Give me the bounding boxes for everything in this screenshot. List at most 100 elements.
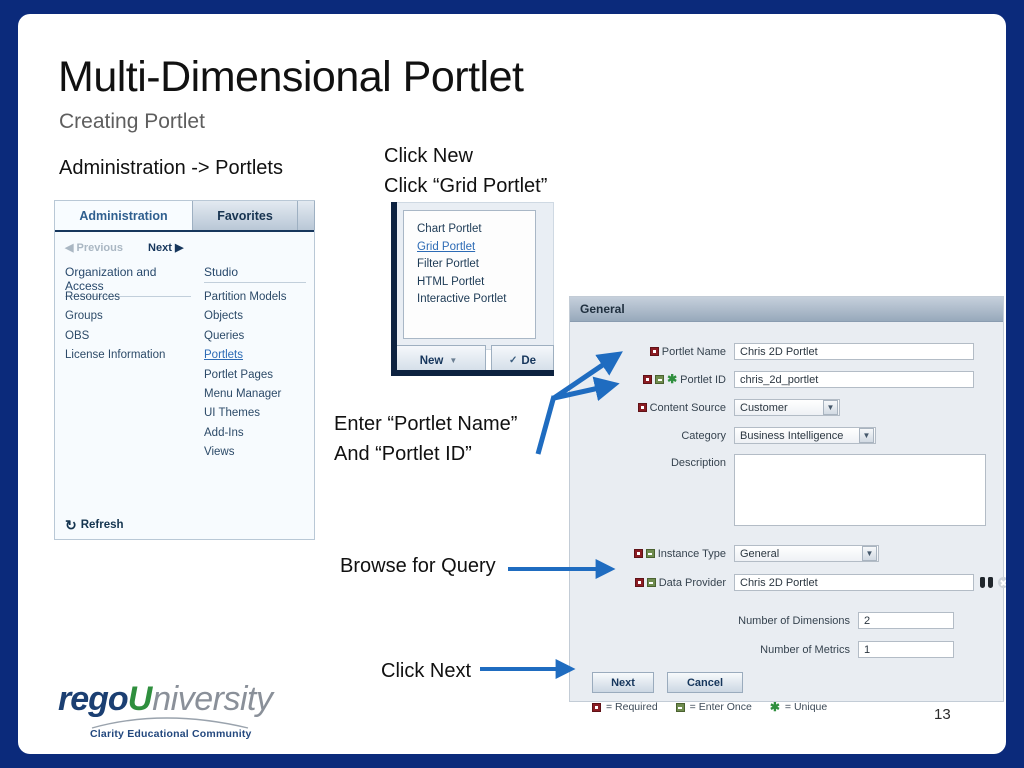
chevron-down-icon: ▼ (862, 546, 877, 561)
input-portlet-id[interactable]: chris_2d_portlet (734, 371, 974, 388)
label-instance-type-text: Instance Type (657, 547, 726, 560)
annotation-click-new: Click New Click “Grid Portlet” (384, 141, 547, 201)
required-icon (649, 347, 659, 356)
select-instance-type-value: General (740, 547, 780, 560)
new-button-label: New (419, 354, 444, 367)
admin-link-objects[interactable]: Objects (204, 307, 286, 326)
select-content-source-value: Customer (740, 401, 788, 414)
menu-item-chart-portlet[interactable]: Chart Portlet (417, 221, 535, 239)
page-subtitle: Creating Portlet (59, 110, 205, 133)
menu-item-interactive-portlet[interactable]: Interactive Portlet (417, 291, 535, 309)
page-number: 13 (934, 706, 951, 723)
required-icon (592, 702, 601, 712)
check-icon: ✓ (508, 355, 518, 366)
required-icon (633, 549, 643, 558)
legend-enter-once: = Enter Once (675, 701, 752, 713)
admin-tabbar: Administration Favorites (55, 201, 315, 232)
cancel-button[interactable]: Cancel (667, 672, 743, 693)
tab-overflow[interactable] (298, 201, 315, 230)
screenshot-edge-bottom (391, 370, 554, 376)
legend-required-text: = Required (606, 701, 658, 713)
label-number-of-metrics-text: Number of Metrics (760, 643, 850, 656)
admin-link-license-information[interactable]: License Information (65, 346, 165, 365)
admin-link-views[interactable]: Views (204, 443, 286, 462)
general-form-panel: General Portlet Name Chris 2D Portlet ✱ … (569, 296, 1006, 713)
field-row-number-of-dimensions: Number of Dimensions 2 (570, 612, 954, 629)
column-list-studio: Partition Models Objects Queries Portlet… (204, 288, 286, 463)
administration-panel: Administration Favorites ◀ Previous Next… (54, 200, 315, 540)
admin-nav-row: ◀ Previous Next ▶ (65, 241, 183, 254)
browse-binoculars-icon[interactable] (980, 577, 993, 588)
refresh-button[interactable]: ↻ Refresh (65, 518, 124, 532)
enter-once-icon (675, 702, 685, 712)
select-instance-type[interactable]: General ▼ (734, 545, 879, 562)
required-icon (637, 403, 647, 412)
label-content-source: Content Source (570, 402, 726, 414)
slide-canvas: Multi-Dimensional Portlet Creating Portl… (18, 14, 1006, 754)
new-portlet-dropdown-screenshot: Chart Portlet Grid Portlet Filter Portle… (391, 202, 554, 376)
enter-once-icon (655, 375, 665, 384)
input-portlet-name[interactable]: Chris 2D Portlet (734, 343, 974, 360)
label-portlet-name-text: Portlet Name (661, 345, 726, 358)
unique-icon: ✱ (667, 372, 678, 386)
label-description-text: Description (670, 456, 726, 469)
menu-item-grid-portlet[interactable]: Grid Portlet (417, 239, 535, 257)
field-row-content-source: Content Source Customer ▼ (570, 399, 840, 416)
annotation-admin-path: Administration -> Portlets (59, 157, 283, 179)
admin-link-portlet-pages[interactable]: Portlet Pages (204, 366, 286, 385)
input-number-of-metrics[interactable]: 1 (858, 641, 954, 658)
admin-link-groups[interactable]: Groups (65, 307, 165, 326)
admin-link-partition-models[interactable]: Partition Models (204, 288, 286, 307)
label-number-of-dimensions-text: Number of Dimensions (738, 614, 850, 627)
tab-favorites[interactable]: Favorites (192, 201, 298, 230)
delete-button-label: De (521, 354, 537, 367)
annotation-click-new-line2: Click “Grid Portlet” (384, 175, 548, 197)
enter-once-icon (646, 578, 656, 587)
menu-item-html-portlet[interactable]: HTML Portlet (417, 274, 535, 292)
tab-administration[interactable]: Administration (55, 201, 192, 230)
label-portlet-name: Portlet Name (570, 346, 726, 358)
menu-item-filter-portlet[interactable]: Filter Portlet (417, 256, 535, 274)
label-portlet-id: ✱ Portlet ID (570, 372, 726, 386)
annotation-enter-line1: Enter “Portlet Name” (334, 413, 518, 435)
clear-icon[interactable] (998, 577, 1006, 588)
admin-link-add-ins[interactable]: Add-Ins (204, 424, 286, 443)
input-data-provider[interactable]: Chris 2D Portlet (734, 574, 974, 591)
screenshot-edge-left (391, 202, 397, 376)
annotation-enter-line2: And “Portlet ID” (334, 443, 472, 465)
legend-unique: ✱ = Unique (769, 699, 828, 714)
admin-link-portlets[interactable]: Portlets (204, 346, 286, 365)
next-button[interactable]: Next (592, 672, 654, 693)
select-category[interactable]: Business Intelligence ▼ (734, 427, 876, 444)
chevron-down-icon: ▼ (859, 428, 874, 443)
admin-link-queries[interactable]: Queries (204, 327, 286, 346)
enter-once-icon (645, 549, 655, 558)
admin-link-resources[interactable]: Resources (65, 288, 165, 307)
admin-link-obs[interactable]: OBS (65, 327, 165, 346)
legend-unique-text: = Unique (784, 701, 828, 713)
textarea-description[interactable] (734, 454, 986, 526)
label-data-provider-text: Data Provider (658, 576, 726, 589)
required-icon (634, 578, 644, 587)
refresh-icon: ↻ (65, 517, 77, 533)
logo-tagline: Clarity Educational Community (90, 728, 252, 740)
legend-enter-once-text: = Enter Once (689, 701, 752, 713)
input-number-of-dimensions[interactable]: 2 (858, 612, 954, 629)
next-link[interactable]: Next ▶ (148, 242, 183, 254)
unique-icon: ✱ (769, 699, 780, 714)
annotation-browse-for-query: Browse for Query (340, 555, 496, 577)
field-row-instance-type: Instance Type General ▼ (570, 545, 879, 562)
select-category-value: Business Intelligence (740, 429, 844, 442)
annotation-click-new-line1: Click New (384, 145, 473, 167)
label-number-of-metrics: Number of Metrics (570, 644, 850, 656)
admin-link-ui-themes[interactable]: UI Themes (204, 404, 286, 423)
column-list-organization-and-access: Resources Groups OBS License Information (65, 288, 165, 366)
required-icon (643, 375, 653, 384)
admin-link-menu-manager[interactable]: Menu Manager (204, 385, 286, 404)
chevron-down-icon: ▼ (823, 400, 838, 415)
annotation-click-next: Click Next (381, 660, 472, 682)
select-content-source[interactable]: Customer ▼ (734, 399, 840, 416)
label-content-source-text: Content Source (649, 401, 726, 414)
label-number-of-dimensions: Number of Dimensions (570, 615, 850, 627)
previous-link[interactable]: ◀ Previous (65, 242, 123, 254)
